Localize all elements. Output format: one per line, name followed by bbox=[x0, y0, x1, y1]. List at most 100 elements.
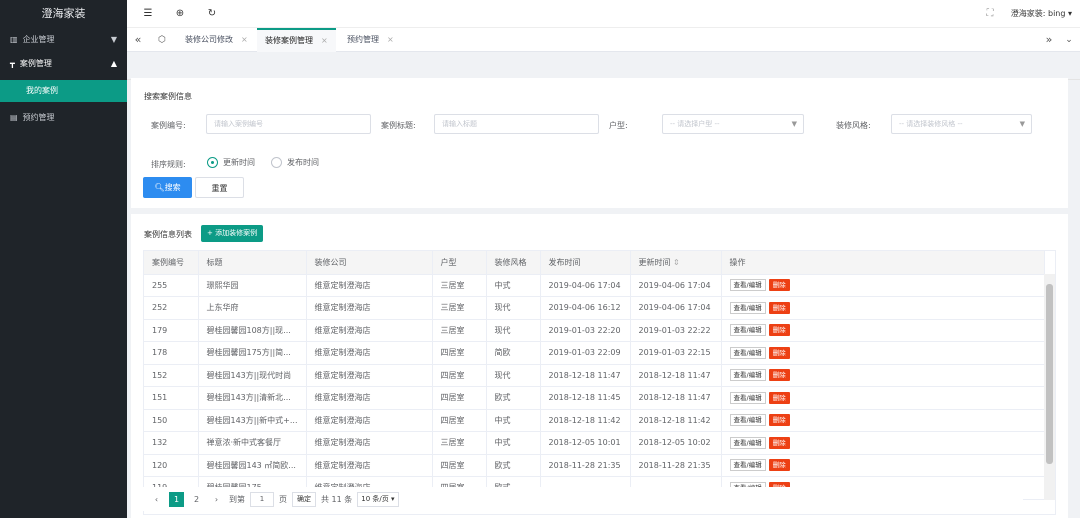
calendar-icon: ▤ bbox=[10, 113, 18, 122]
delete-button[interactable]: 删除 bbox=[768, 279, 790, 292]
delete-button[interactable]: 删除 bbox=[768, 459, 790, 472]
confirm-button[interactable]: 确定 bbox=[292, 491, 316, 507]
tab-case-management[interactable]: 装修案例管理 × bbox=[257, 28, 336, 52]
page-1-button[interactable]: 1 bbox=[169, 491, 184, 507]
table-cell: 2018-12-18 11:42 bbox=[630, 409, 722, 432]
button-label: 搜索 bbox=[164, 183, 181, 192]
table-cell: 维意定制澄海店 bbox=[306, 364, 433, 387]
sidebar-item-enterprise[interactable]: ▥ 企业管理 ▼ bbox=[0, 28, 127, 52]
case-id-input[interactable]: 请输入案例编号 bbox=[206, 114, 371, 134]
add-case-button[interactable]: + 添加装修案例 bbox=[201, 225, 264, 242]
close-icon[interactable]: × bbox=[387, 35, 394, 44]
view-edit-button[interactable]: 查看/编辑 bbox=[729, 324, 766, 337]
table-cell: 152 bbox=[144, 364, 199, 387]
style-select[interactable]: -- 请选择装修风格 -- ▼ bbox=[891, 114, 1032, 134]
page-2-button[interactable]: 2 bbox=[189, 492, 204, 507]
view-edit-button[interactable]: 查看/编辑 bbox=[729, 279, 766, 292]
table-row[interactable]: 150 碧桂园143方||新中式+... 维意定制澄海店 四居室 中式 2018-12-1… bbox=[144, 409, 1045, 432]
delete-button[interactable]: 删除 bbox=[768, 436, 790, 449]
tab-appointment[interactable]: 预约管理 × bbox=[339, 28, 402, 52]
table-row[interactable]: 151 碧桂园143方||清新北... 维意定制澄海店 四居室 欧式 2018-12-18… bbox=[144, 386, 1045, 410]
table-cell: 2018-11-28 21:35 bbox=[540, 454, 631, 477]
globe-icon[interactable]: ⊕ bbox=[173, 7, 187, 21]
table-row[interactable]: 152 碧桂园143方||现代时尚 维意定制澄海店 四居室 现代 2018-12-18 1… bbox=[144, 364, 1045, 387]
column-header-sortable[interactable]: 更新时间 ⇕ bbox=[630, 251, 722, 275]
delete-button[interactable]: 删除 bbox=[768, 369, 790, 382]
table-cell: 碧桂园馨园175方||简... bbox=[198, 341, 307, 365]
menu-toggle-icon[interactable]: ☰ bbox=[141, 7, 155, 21]
tabs-scroll-right-icon[interactable]: » bbox=[1042, 28, 1056, 52]
sort-icon[interactable]: ⇕ bbox=[673, 258, 680, 267]
view-edit-button[interactable]: 查看/编辑 bbox=[729, 414, 766, 427]
tab-company-edit[interactable]: 装修公司修改 × bbox=[177, 28, 256, 52]
refresh-icon[interactable]: ↻ bbox=[205, 7, 219, 21]
delete-button[interactable]: 删除 bbox=[768, 301, 790, 314]
vertical-scrollbar[interactable] bbox=[1044, 274, 1055, 500]
table-cell: 179 bbox=[144, 319, 199, 342]
column-header[interactable]: 标题 bbox=[198, 251, 307, 275]
goto-page-input[interactable]: 1 bbox=[250, 491, 274, 507]
table-row[interactable]: 178 碧桂园馨园175方||简... 维意定制澄海店 四居室 简欧 2019-01-03… bbox=[144, 341, 1045, 365]
search-button[interactable]: 🔍︎搜索 bbox=[143, 177, 192, 198]
top-bar: ☰ ⊕ ↻ ⛶ 澄海家装: bing ▾ bbox=[127, 0, 1080, 28]
radio-checked-icon bbox=[207, 157, 218, 168]
column-header[interactable]: 装修公司 bbox=[306, 251, 433, 275]
table-cell: 四居室 bbox=[432, 409, 487, 432]
scrollbar-thumb[interactable] bbox=[1046, 284, 1053, 464]
case-title-input[interactable]: 请输入标题 bbox=[434, 114, 599, 134]
page-size-select[interactable]: 10 条/页 ▾ bbox=[357, 491, 399, 507]
table-cell: 2018-11-28 21:35 bbox=[630, 454, 722, 477]
reset-button[interactable]: 重置 bbox=[195, 177, 244, 198]
view-edit-button[interactable]: 查看/编辑 bbox=[729, 346, 766, 359]
table-row[interactable]: 252 上东华府 维意定制澄海店 三居室 现代 2019-04-06 16:12 2019-… bbox=[144, 296, 1045, 320]
radio-label: 发布时间 bbox=[287, 158, 319, 167]
total-count: 共 11 条 bbox=[321, 494, 353, 504]
sidebar-item-my-cases[interactable]: 我的案例 bbox=[0, 80, 127, 102]
table-row[interactable]: 255 璟熙华园 维意定制澄海店 三居室 中式 2019-04-06 17:04 2019-… bbox=[144, 274, 1045, 297]
table-row[interactable]: 132 禅意浓·新中式客餐厅 维意定制澄海店 三居室 中式 2018-12-05 10:0… bbox=[144, 431, 1045, 455]
search-icon: 🔍︎ bbox=[154, 183, 165, 192]
table-cell: 欧式 bbox=[486, 386, 541, 410]
pagination: ‹ 1 2 › 到第 1 页 确定 共 11 条 10 条/页 ▾ bbox=[143, 487, 1023, 511]
sidebar-item-label: 案例管理 bbox=[19, 59, 52, 68]
tabs-scroll-left-icon[interactable]: « bbox=[131, 28, 145, 52]
table-cell-actions: 查看/编辑删除 bbox=[721, 296, 1045, 320]
fullscreen-icon[interactable]: ⛶ bbox=[983, 7, 997, 21]
close-icon[interactable]: × bbox=[241, 35, 248, 44]
table-row[interactable]: 179 碧桂园馨园108方||现... 维意定制澄海店 三居室 现代 2019-01-03… bbox=[144, 319, 1045, 342]
sort-radio-published[interactable]: 发布时间 bbox=[271, 157, 319, 168]
view-edit-button[interactable]: 查看/编辑 bbox=[729, 436, 766, 449]
table-cell: 维意定制澄海店 bbox=[306, 319, 433, 342]
table-cell: 三居室 bbox=[432, 319, 487, 342]
sort-radio-updated[interactable]: 更新时间 bbox=[207, 157, 255, 168]
table-row[interactable]: 120 碧桂园馨园143 ㎡简欧... 维意定制澄海店 四居室 欧式 2018-11-28… bbox=[144, 454, 1045, 477]
table-cell: 中式 bbox=[486, 274, 541, 297]
column-header[interactable]: 户型 bbox=[432, 251, 487, 275]
table-cell: 2019-01-03 22:15 bbox=[630, 341, 722, 365]
button-label: 添加装修案例 bbox=[215, 229, 258, 237]
table-cell: 2019-01-03 22:20 bbox=[540, 319, 631, 342]
column-header[interactable]: 装修风格 bbox=[486, 251, 541, 275]
sidebar-item-cases[interactable]: ┳ 案例管理 ▲ bbox=[0, 52, 127, 76]
delete-button[interactable]: 删除 bbox=[768, 414, 790, 427]
tab-label: 预约管理 bbox=[347, 35, 379, 44]
delete-button[interactable]: 删除 bbox=[768, 391, 790, 404]
delete-button[interactable]: 删除 bbox=[768, 346, 790, 359]
view-edit-button[interactable]: 查看/编辑 bbox=[729, 391, 766, 404]
column-header[interactable]: 发布时间 bbox=[540, 251, 631, 275]
table-cell: 四居室 bbox=[432, 341, 487, 365]
prev-page-icon[interactable]: ‹ bbox=[149, 492, 164, 507]
layout-select[interactable]: -- 请选择户型 -- ▼ bbox=[662, 114, 804, 134]
user-menu[interactable]: 澄海家装: bing ▾ bbox=[1011, 8, 1072, 19]
chevron-down-icon[interactable]: ⌄ bbox=[1062, 28, 1076, 52]
table-cell: 中式 bbox=[486, 409, 541, 432]
view-edit-button[interactable]: 查看/编辑 bbox=[729, 301, 766, 314]
column-header[interactable]: 案例编号 bbox=[144, 251, 199, 275]
next-page-icon[interactable]: › bbox=[209, 492, 224, 507]
delete-button[interactable]: 删除 bbox=[768, 324, 790, 337]
sidebar-item-appointments[interactable]: ▤ 预约管理 bbox=[0, 106, 127, 130]
close-icon[interactable]: × bbox=[321, 36, 328, 45]
case-icon: ┳ bbox=[10, 59, 15, 68]
view-edit-button[interactable]: 查看/编辑 bbox=[729, 369, 766, 382]
view-edit-button[interactable]: 查看/编辑 bbox=[729, 459, 766, 472]
